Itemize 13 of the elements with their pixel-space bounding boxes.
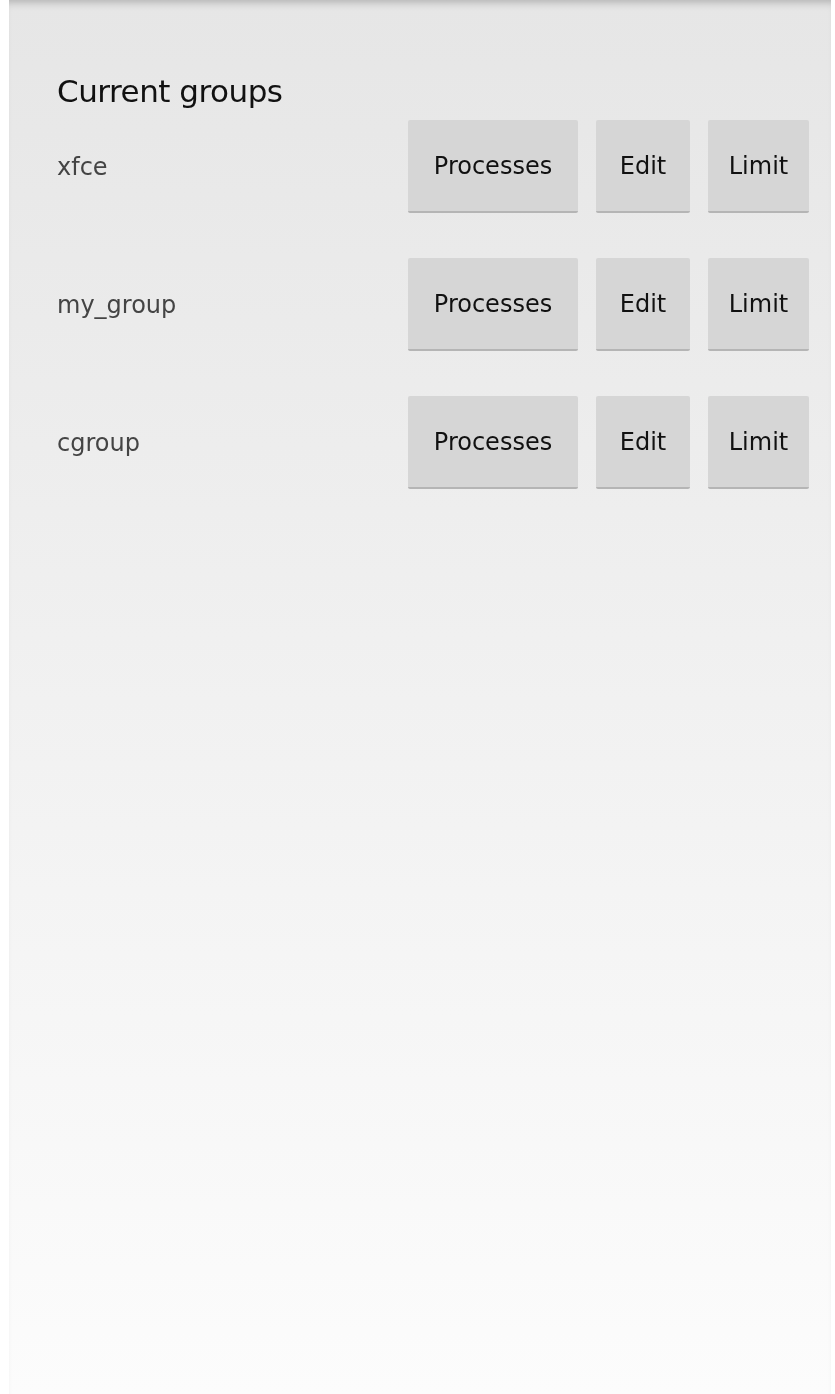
group-action-button[interactable]: Limit <box>708 120 809 213</box>
group-action-button[interactable]: Edit <box>596 258 690 351</box>
group-action-button[interactable]: Edit <box>596 120 690 213</box>
group-action-button[interactable]: Edit <box>596 396 690 489</box>
group-action-button[interactable]: Processes <box>408 396 578 489</box>
group-action-button[interactable]: Processes <box>408 120 578 213</box>
group-name: xfce <box>57 151 109 183</box>
group-name: cgroup <box>57 427 141 459</box>
group-action-button[interactable]: Limit <box>708 396 809 489</box>
group-name: my_group <box>57 289 178 321</box>
group-action-button[interactable]: Limit <box>708 258 809 351</box>
section-title: Current groups <box>57 72 284 111</box>
group-action-button[interactable]: Processes <box>408 258 578 351</box>
